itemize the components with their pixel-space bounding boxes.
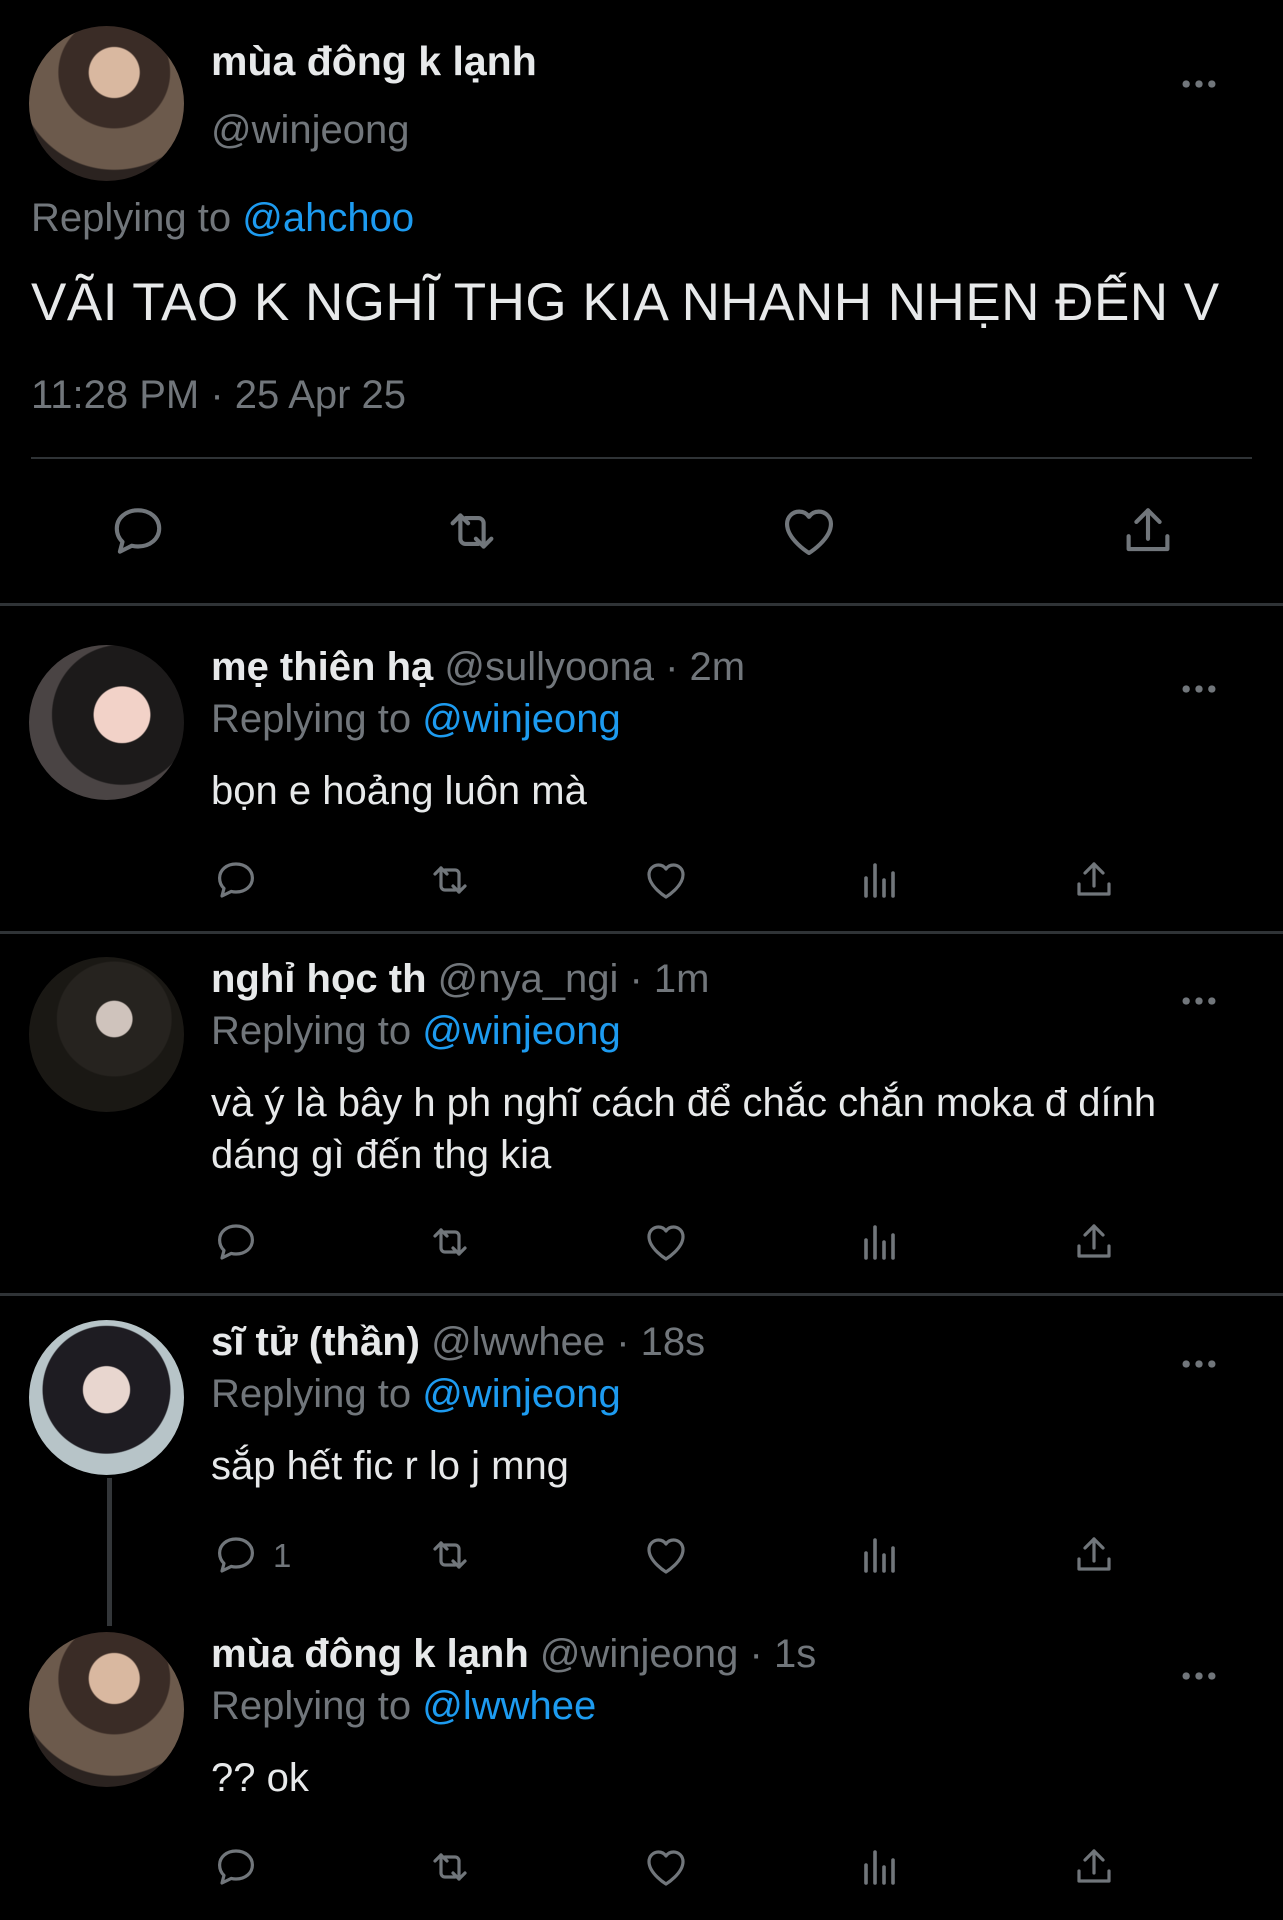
reply-text: sắp hết fic r lo j mng: [211, 1444, 569, 1488]
retweet-icon[interactable]: [426, 856, 474, 904]
replying-to-label: Replying to: [31, 196, 243, 240]
post-time: · 2m: [665, 645, 746, 689]
analytics-icon[interactable]: [856, 1843, 904, 1891]
avatar[interactable]: [29, 957, 184, 1112]
reply-header: sĩ tử (thần) @lwwhee · 18s: [211, 1320, 705, 1365]
replying-to-label: Replying to: [211, 1372, 423, 1416]
replying-to: Replying to @winjeong: [211, 1372, 621, 1417]
main-tweet: mùa đông k lạnh @winjeong Replying to @a…: [0, 0, 1283, 603]
avatar[interactable]: [29, 1632, 184, 1787]
more-options-icon[interactable]: [1177, 1654, 1221, 1698]
separator: [0, 1293, 1283, 1296]
reply-header: mẹ thiên hạ @sullyoona · 2m: [211, 645, 745, 690]
separator: [0, 603, 1283, 606]
tweet-timestamp[interactable]: 11:28 PM · 25 Apr 25: [31, 373, 406, 418]
avatar[interactable]: [29, 26, 184, 181]
share-icon[interactable]: [1117, 500, 1179, 562]
like-icon[interactable]: [642, 1218, 690, 1266]
author-name[interactable]: mùa đông k lạnh: [211, 38, 537, 85]
avatar[interactable]: [29, 1320, 184, 1475]
reply-text: ?? ok: [211, 1756, 309, 1800]
replying-to-label: Replying to: [211, 1009, 423, 1053]
thread-connector: [107, 1478, 112, 1626]
like-icon[interactable]: [642, 856, 690, 904]
like-icon[interactable]: [642, 1843, 690, 1891]
post-time: · 18s: [616, 1320, 706, 1364]
like-icon[interactable]: [642, 1531, 690, 1579]
reply-header: nghỉ học th @nya_ngi · 1m: [211, 957, 710, 1002]
replying-to-label: Replying to: [211, 697, 423, 741]
analytics-icon[interactable]: [856, 1218, 904, 1266]
author-handle[interactable]: @winjeong: [211, 108, 410, 153]
like-icon[interactable]: [778, 500, 840, 562]
more-options-icon[interactable]: [1177, 1342, 1221, 1386]
replying-to-label: Replying to: [211, 1684, 423, 1728]
reply-text: bọn e hoảng luôn mà: [211, 769, 587, 813]
separator: [0, 931, 1283, 934]
replying-to-link[interactable]: @winjeong: [422, 1009, 621, 1053]
share-icon[interactable]: [1070, 856, 1118, 904]
author-handle[interactable]: @lwwhee: [431, 1320, 605, 1364]
share-icon[interactable]: [1070, 1218, 1118, 1266]
replying-to-link[interactable]: @winjeong: [422, 697, 621, 741]
replying-to: Replying to @ahchoo: [31, 196, 414, 241]
replying-to: Replying to @winjeong: [211, 1009, 621, 1054]
divider: [31, 457, 1252, 459]
author-handle[interactable]: @sullyoona: [444, 645, 654, 689]
replying-to: Replying to @lwwhee: [211, 1684, 596, 1729]
author-handle[interactable]: @nya_ngi: [438, 957, 619, 1001]
post-time: · 1s: [749, 1632, 817, 1676]
reply-text: và ý là bây h ph nghĩ cách để chắc chắn …: [211, 1081, 1157, 1177]
analytics-icon[interactable]: [856, 856, 904, 904]
avatar[interactable]: [29, 645, 184, 800]
author-name[interactable]: mùa đông k lạnh: [211, 1632, 529, 1676]
reply-icon[interactable]: [212, 1843, 260, 1891]
reply-header: mùa đông k lạnh @winjeong · 1s: [211, 1632, 816, 1677]
more-options-icon[interactable]: [1177, 979, 1221, 1023]
reply-count: 1: [273, 1537, 292, 1574]
share-icon[interactable]: [1070, 1843, 1118, 1891]
replying-to-link[interactable]: @winjeong: [422, 1372, 621, 1416]
author-name[interactable]: nghỉ học th: [211, 957, 427, 1001]
retweet-icon[interactable]: [426, 1843, 474, 1891]
more-options-icon[interactable]: [1177, 667, 1221, 711]
share-icon[interactable]: [1070, 1531, 1118, 1579]
retweet-icon[interactable]: [426, 1218, 474, 1266]
reply-icon[interactable]: [212, 856, 260, 904]
author-handle[interactable]: @winjeong: [540, 1632, 739, 1676]
author-name[interactable]: mẹ thiên hạ: [211, 645, 433, 689]
replying-to-link[interactable]: @lwwhee: [422, 1684, 596, 1728]
reply-icon[interactable]: [212, 1218, 260, 1266]
retweet-icon[interactable]: [426, 1531, 474, 1579]
post-time: · 1m: [629, 957, 710, 1001]
analytics-icon[interactable]: [856, 1531, 904, 1579]
more-options-icon[interactable]: [1177, 62, 1221, 106]
tweet-text: VÃI TAO K NGHĨ THG KIA NHANH NHẸN ĐẾN V: [31, 273, 1220, 332]
replying-to: Replying to @winjeong: [211, 697, 621, 742]
replying-to-link[interactable]: @ahchoo: [242, 196, 414, 240]
retweet-icon[interactable]: [441, 500, 503, 562]
author-name[interactable]: sĩ tử (thần): [211, 1320, 420, 1364]
reply-icon[interactable]: [212, 1531, 260, 1579]
reply-icon[interactable]: [107, 500, 169, 562]
